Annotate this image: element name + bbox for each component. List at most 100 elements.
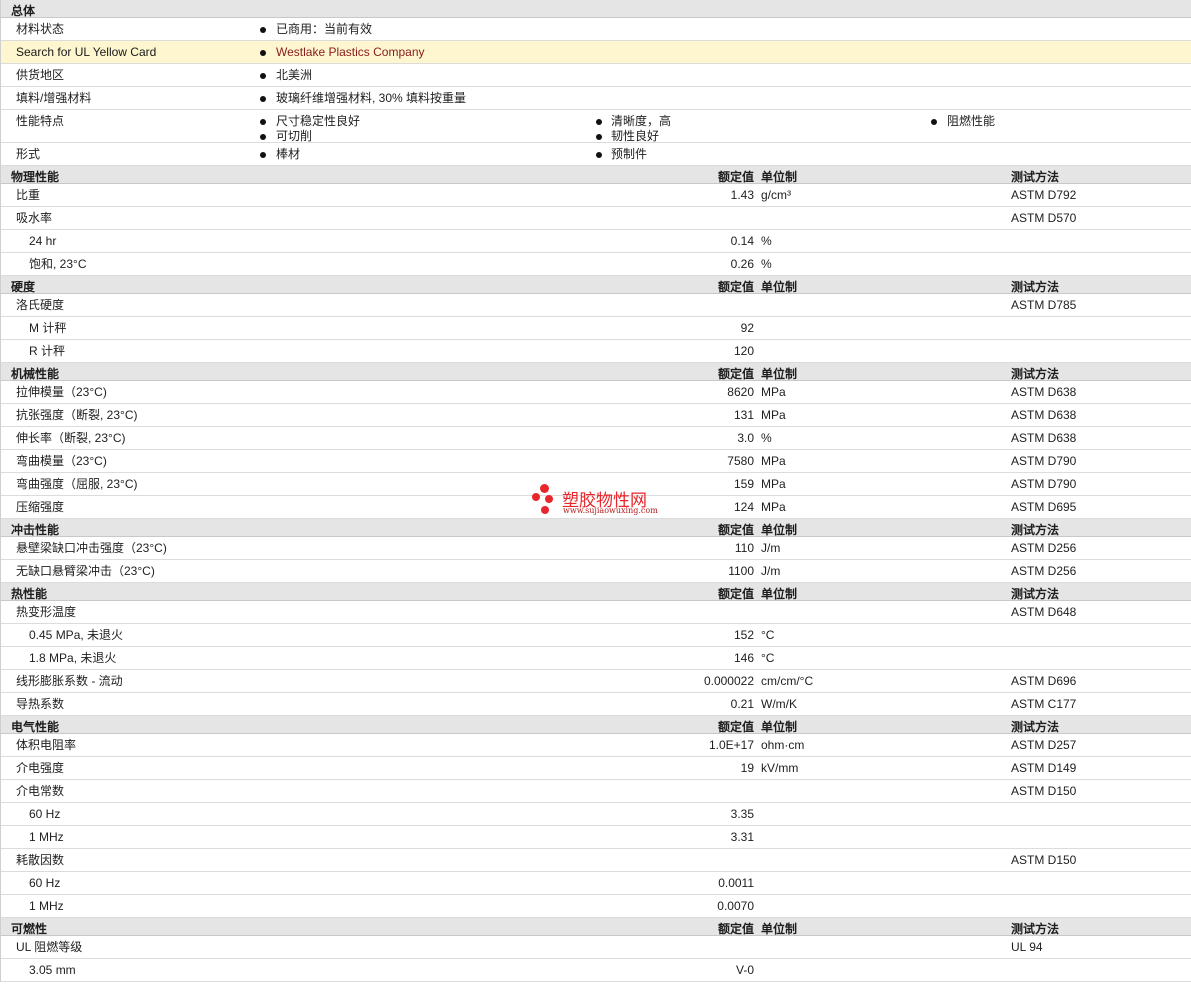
section-title: 硬度 <box>11 280 36 294</box>
property-label: 耗散因数 <box>16 853 65 867</box>
property-row: 24 hr 0.14% <box>1 230 1191 253</box>
property-value: 110 <box>734 541 754 555</box>
property-unit: W/m/K <box>761 697 797 711</box>
logo-dot <box>540 484 549 493</box>
property-label: 导热系数 <box>16 697 65 711</box>
property-row: 60 Hz 0.0011 <box>1 872 1191 895</box>
property-unit: J/m <box>761 564 781 578</box>
value-column-header: 额定值 <box>717 587 754 601</box>
form-label: 形式 <box>16 147 41 161</box>
section-header: 物理性能 额定值 单位制 测试方法 <box>1 166 1191 184</box>
watermark-logo: 塑胶物性网 www.sujiaowuxing.com <box>532 484 672 522</box>
ul-yellow-card-link[interactable]: Search for UL Yellow Card <box>16 45 156 59</box>
property-label: 1 MHz <box>29 899 64 913</box>
value-column-header: 额定值 <box>717 280 754 294</box>
logo-dot <box>532 493 540 501</box>
property-label: 线形膨胀系数 - 流动 <box>16 674 123 688</box>
property-unit: °C <box>761 651 775 665</box>
property-row: 线形膨胀系数 - 流动 0.000022 cm/cm/°C ASTM D696 <box>1 670 1191 693</box>
general-section-title: 总体 <box>11 4 36 18</box>
section-title: 可燃性 <box>11 922 48 936</box>
property-label: 1 MHz <box>29 830 64 844</box>
property-label: 介电强度 <box>16 761 65 775</box>
property-label: 抗张强度（断裂, 23°C) <box>16 408 138 422</box>
property-row: 1 MHz 0.0070 <box>1 895 1191 918</box>
test-method: UL 94 <box>1011 940 1043 954</box>
status-label: 材料状态 <box>16 22 65 36</box>
property-label: 吸水率 <box>16 211 53 225</box>
property-label: 热变形温度 <box>16 605 77 619</box>
value-column-header: 额定值 <box>717 367 754 381</box>
property-row: 3.05 mm V-0 <box>1 959 1191 982</box>
unit-column-header: 单位制 <box>761 720 798 734</box>
property-label: 1.8 MPa, 未退火 <box>29 651 117 665</box>
property-value: 19 <box>740 761 754 775</box>
property-value: 152 <box>733 628 754 642</box>
property-label: 伸长率（断裂, 23°C) <box>16 431 126 445</box>
test-method: ASTM D256 <box>1011 541 1077 555</box>
property-value: 146 <box>733 651 754 665</box>
test-method: ASTM D256 <box>1011 564 1077 578</box>
property-value: 3.35 <box>730 807 754 821</box>
region-value: 北美洲 <box>276 68 313 82</box>
bullet-icon <box>260 73 266 79</box>
method-column-header: 测试方法 <box>1011 720 1060 734</box>
property-row: 无缺口悬臂梁冲击（23°C) 1100 J/m ASTM D256 <box>1 560 1191 583</box>
property-row: 1.8 MPa, 未退火 146 °C <box>1 647 1191 670</box>
supplier-link[interactable]: Westlake Plastics Company <box>276 45 425 59</box>
unit-column-header: 单位制 <box>761 280 798 294</box>
logo-dot <box>541 506 549 514</box>
general-row-features: 性能特点 尺寸稳定性良好 清晰度，高 阻燃性能 可切削 韧性良好 <box>1 110 1191 143</box>
property-label: 饱和, 23°C <box>29 257 87 271</box>
method-column-header: 测试方法 <box>1011 523 1060 537</box>
property-label: UL 阻燃等级 <box>16 940 83 954</box>
value-column-header: 额定值 <box>717 720 754 734</box>
property-unit: % <box>761 431 772 445</box>
bullet-icon <box>260 50 266 56</box>
property-unit: MPa <box>761 408 786 422</box>
property-value: 0.000022 <box>703 674 754 688</box>
bullet-icon <box>260 27 266 33</box>
test-method: ASTM D150 <box>1011 784 1077 798</box>
method-column-header: 测试方法 <box>1011 170 1060 184</box>
property-row: 伸长率（断裂, 23°C) 3.0% ASTM D638 <box>1 427 1191 450</box>
filler-value: 玻璃纤维增强材料, 30% 填料按重量 <box>276 91 467 105</box>
section-header: 可燃性 额定值 单位制 测试方法 <box>1 918 1191 936</box>
test-method: ASTM D785 <box>1011 298 1077 312</box>
watermark-url: www.sujiaowuxing.com <box>563 506 658 515</box>
test-method: ASTM D648 <box>1011 605 1077 619</box>
test-method: ASTM D695 <box>1011 500 1077 514</box>
property-unit: MPa <box>761 385 786 399</box>
property-unit: cm/cm/°C <box>761 674 814 688</box>
method-column-header: 测试方法 <box>1011 367 1060 381</box>
property-value: 0.14 <box>730 234 754 248</box>
value-column-header: 额定值 <box>717 170 754 184</box>
section-title: 机械性能 <box>11 367 60 381</box>
test-method: ASTM D638 <box>1011 385 1077 399</box>
property-label: 介电常数 <box>16 784 65 798</box>
property-row: 比重 1.43 g/cm³ ASTM D792 <box>1 184 1191 207</box>
property-unit: J/m <box>761 541 781 555</box>
property-row: M 计秤 92 <box>1 317 1191 340</box>
feature-item: 尺寸稳定性良好 <box>276 114 361 128</box>
form-item: 棒材 <box>276 147 301 161</box>
filler-label: 填料/增强材料 <box>16 91 92 105</box>
property-unit: % <box>761 257 772 271</box>
property-label: R 计秤 <box>29 344 66 358</box>
property-row: 悬壁梁缺口冲击强度（23°C) 110 J/m ASTM D256 <box>1 537 1191 560</box>
test-method: ASTM D638 <box>1011 408 1077 422</box>
unit-column-header: 单位制 <box>761 170 798 184</box>
section-header: 机械性能 额定值 单位制 测试方法 <box>1 363 1191 381</box>
property-row: 1 MHz 3.31 <box>1 826 1191 849</box>
value-column-header: 额定值 <box>717 922 754 936</box>
property-value: V-0 <box>735 963 754 977</box>
test-method: ASTM D149 <box>1011 761 1077 775</box>
property-value: 124 <box>733 500 754 514</box>
general-row-region: 供货地区 北美洲 <box>1 64 1191 87</box>
unit-column-header: 单位制 <box>761 587 798 601</box>
value-column-header: 额定值 <box>717 523 754 537</box>
bullet-icon <box>931 119 937 125</box>
method-column-header: 测试方法 <box>1011 587 1060 601</box>
property-value: 7580 <box>727 454 754 468</box>
property-label: 60 Hz <box>29 807 61 821</box>
